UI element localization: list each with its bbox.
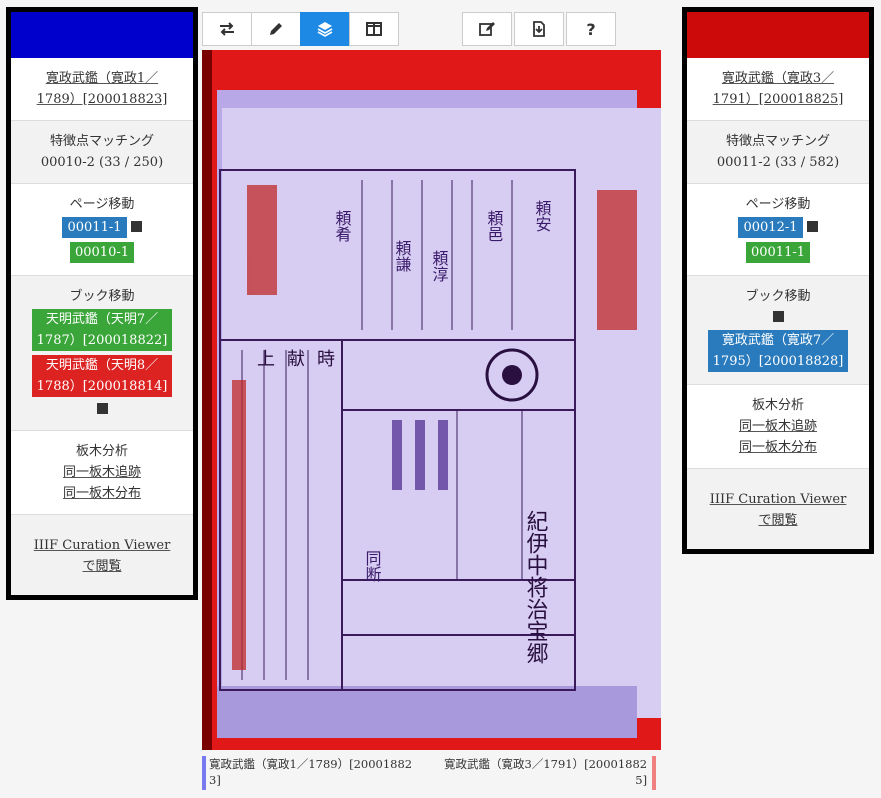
left-book-square-icon bbox=[96, 403, 108, 414]
left-page-move-section: ページ移動 00011-1 00010-1 bbox=[11, 184, 193, 276]
left-page-square-icon bbox=[130, 221, 142, 232]
right-color-header bbox=[687, 12, 869, 58]
left-book-b-button[interactable]: 天明武鑑（天明8／ 1788）[200018814] bbox=[31, 355, 173, 397]
right-curation-link[interactable]: IIIF Curation Viewer で閲覧 bbox=[710, 489, 847, 531]
right-book-move-title: ブック移動 bbox=[745, 289, 811, 304]
left-block-section: 板木分析 同一板木追跡 同一板木分布 bbox=[11, 431, 193, 515]
right-feature-section: 特徴点マッチング 00011-2 (33 / 582) bbox=[687, 121, 869, 184]
right-book-panel: 寛政武鑑（寛政3／ 1791）[200018825] 特徴点マッチング 00011… bbox=[682, 7, 874, 554]
left-book-panel: 寛政武鑑（寛政1／ 1789）[200018823] 特徴点マッチング 00010… bbox=[6, 7, 198, 600]
help-button[interactable]: ? bbox=[566, 12, 616, 46]
viewer-text-c3: 頼淳 bbox=[430, 250, 449, 282]
right-page-move-title: ページ移動 bbox=[745, 197, 811, 212]
right-block-section: 板木分析 同一板木追跡 同一板木分布 bbox=[687, 385, 869, 469]
left-book-section: 寛政武鑑（寛政1／ 1789）[200018823] bbox=[11, 58, 193, 121]
viewer-text-c2: 頼邑 bbox=[485, 210, 504, 242]
left-page-prev-button[interactable]: 00010-1 bbox=[69, 242, 135, 263]
left-book-move-section: ブック移動 天明武鑑（天明7／ 1787）[200018822] 天明武鑑（天明8… bbox=[11, 276, 193, 431]
right-book-a-button[interactable]: 寛政武鑑（寛政7／ 1795）[200018828] bbox=[707, 330, 849, 372]
right-curation-section: IIIF Curation Viewer で閲覧 bbox=[687, 469, 869, 549]
viewer-text-c5: 頼肴 bbox=[333, 210, 352, 242]
right-page-square-icon bbox=[806, 221, 818, 232]
left-image-caption: 寛政武鑑（寛政1／1789）[20001882 3] bbox=[202, 756, 412, 790]
left-curation-link[interactable]: IIIF Curation Viewer で閲覧 bbox=[34, 535, 171, 577]
pencil-button[interactable] bbox=[251, 12, 301, 46]
right-book-section: 寛政武鑑（寛政3／ 1791）[200018825] bbox=[687, 58, 869, 121]
right-page-next-button[interactable]: 00012-1 bbox=[738, 217, 803, 238]
edit-button[interactable] bbox=[462, 12, 512, 46]
columns-button[interactable] bbox=[349, 12, 399, 46]
right-book-square-icon bbox=[772, 311, 784, 322]
right-block-dist-link[interactable]: 同一板木分布 bbox=[739, 437, 817, 458]
left-page-move-title: ページ移動 bbox=[69, 197, 135, 212]
left-feature-title: 特徴点マッチング bbox=[49, 134, 154, 149]
layers-icon bbox=[317, 22, 333, 37]
overlay-image-viewer[interactable]: 紀伊中将治宝郷 上献時 頼安 頼邑 頼淳 頼謙 頼肴 同断 bbox=[202, 50, 661, 750]
right-feature-value: 00011-2 (33 / 582) bbox=[716, 155, 840, 170]
overlay-page-image: 紀伊中将治宝郷 上献時 頼安 頼邑 頼淳 頼謙 頼肴 同断 bbox=[202, 50, 661, 750]
right-page-move-section: ページ移動 00012-1 00011-1 bbox=[687, 184, 869, 276]
left-block-title: 板木分析 bbox=[75, 444, 128, 459]
download-button[interactable] bbox=[514, 12, 564, 46]
left-book-move-title: ブック移動 bbox=[69, 289, 135, 304]
right-image-caption: 寛政武鑑（寛政3／1791）[20001882 5] bbox=[444, 756, 657, 790]
left-block-trace-link[interactable]: 同一板木追跡 bbox=[63, 462, 141, 483]
left-feature-section: 特徴点マッチング 00010-2 (33 / 250) bbox=[11, 121, 193, 184]
viewer-text-c1: 頼安 bbox=[533, 200, 552, 232]
left-feature-value: 00010-2 (33 / 250) bbox=[40, 155, 164, 170]
left-color-header bbox=[11, 12, 193, 58]
left-block-dist-link[interactable]: 同一板木分布 bbox=[63, 483, 141, 504]
right-caption-bar bbox=[652, 756, 657, 790]
right-block-title: 板木分析 bbox=[751, 398, 804, 413]
left-page-next-button[interactable]: 00011-1 bbox=[62, 217, 127, 238]
left-book-a-button[interactable]: 天明武鑑（天明7／ 1787）[200018822] bbox=[31, 309, 173, 351]
right-feature-title: 特徴点マッチング bbox=[725, 134, 830, 149]
right-page-prev-button[interactable]: 00011-1 bbox=[745, 242, 811, 263]
layers-button[interactable] bbox=[300, 12, 350, 46]
right-block-trace-link[interactable]: 同一板木追跡 bbox=[739, 416, 817, 437]
viewer-text-c6: 同断 bbox=[363, 550, 382, 582]
view-toolbar bbox=[202, 12, 399, 46]
columns-icon bbox=[366, 22, 382, 36]
swap-icon bbox=[220, 22, 234, 36]
left-curation-section: IIIF Curation Viewer で閲覧 bbox=[11, 515, 193, 595]
help-icon: ? bbox=[586, 20, 595, 38]
download-icon bbox=[533, 21, 545, 37]
svg-text:?: ? bbox=[586, 20, 595, 38]
viewer-text-c4: 頼謙 bbox=[393, 240, 412, 272]
right-book-link[interactable]: 寛政武鑑（寛政3／ 1791）[200018825] bbox=[713, 68, 844, 110]
swap-button[interactable] bbox=[202, 12, 252, 46]
viewer-text-kenjo: 上献時 bbox=[257, 349, 347, 370]
edit-icon bbox=[479, 22, 495, 36]
viewer-text-daimyo: 紀伊中将治宝郷 bbox=[523, 510, 549, 664]
right-book-move-section: ブック移動 寛政武鑑（寛政7／ 1795）[200018828] bbox=[687, 276, 869, 385]
left-book-link[interactable]: 寛政武鑑（寛政1／ 1789）[200018823] bbox=[37, 68, 168, 110]
action-toolbar: ? bbox=[460, 12, 616, 46]
pencil-icon bbox=[270, 23, 282, 35]
left-caption-bar bbox=[202, 756, 206, 790]
